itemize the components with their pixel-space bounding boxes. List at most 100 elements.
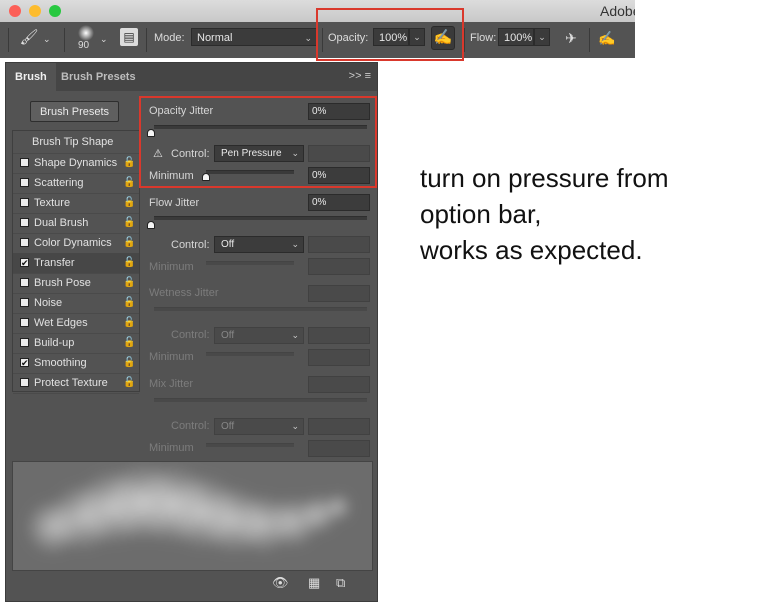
checkbox[interactable] xyxy=(20,338,29,347)
list-item-scattering[interactable]: Scattering 🔓 xyxy=(13,173,139,193)
checkbox[interactable]: ✔ xyxy=(20,258,29,268)
wetness-minimum-input xyxy=(308,349,370,366)
mix-jitter-input xyxy=(308,376,370,393)
flow-minimum-slider xyxy=(206,261,294,265)
checkbox[interactable] xyxy=(20,198,29,207)
annotation-note: turn on pressure from option bar, works … xyxy=(420,160,669,268)
checkbox[interactable] xyxy=(20,178,29,187)
chevron-down-icon[interactable]: ⌄ xyxy=(43,34,51,45)
flow-control-select[interactable]: Off ⌄ xyxy=(214,236,304,253)
minimize-window-button[interactable] xyxy=(29,5,41,17)
list-item-protect-texture[interactable]: Protect Texture 🔓 xyxy=(13,373,139,393)
list-item-label: Build-up xyxy=(34,337,75,349)
lock-icon[interactable]: 🔓 xyxy=(123,153,135,173)
list-item-wet-edges[interactable]: Wet Edges 🔓 xyxy=(13,313,139,333)
checkbox[interactable]: ✔ xyxy=(20,358,29,368)
checkbox[interactable] xyxy=(20,378,29,387)
wetness-control-label: Control: xyxy=(171,329,210,341)
lock-icon[interactable]: 🔓 xyxy=(123,373,135,393)
divider xyxy=(64,28,65,52)
lock-icon[interactable]: 🔓 xyxy=(123,213,135,233)
list-item-noise[interactable]: Noise 🔓 xyxy=(13,293,139,313)
brush-tool-icon[interactable]: 🖌 xyxy=(18,27,40,49)
close-window-button[interactable] xyxy=(9,5,21,17)
flow-jitter-input[interactable]: 0% xyxy=(308,194,370,211)
list-item-shape-dynamics[interactable]: Shape Dynamics 🔓 xyxy=(13,153,139,173)
flow-jitter-slider[interactable] xyxy=(154,216,367,220)
lock-icon[interactable]: 🔓 xyxy=(123,173,135,193)
checkbox[interactable] xyxy=(20,218,29,227)
lock-icon[interactable]: 🔓 xyxy=(123,273,135,293)
opacity-pressure-highlight xyxy=(316,8,464,61)
list-item-label: Dual Brush xyxy=(34,217,89,229)
list-item-label: Smoothing xyxy=(34,357,87,369)
divider xyxy=(13,393,139,394)
wetness-minimum-label: Minimum xyxy=(149,351,194,363)
mode-select[interactable]: Normal ⌄ xyxy=(191,28,317,46)
checkbox[interactable] xyxy=(20,298,29,307)
app-title: Adobe xyxy=(600,3,635,19)
flow-jitter-slider-thumb[interactable] xyxy=(147,221,155,229)
list-item-dual-brush[interactable]: Dual Brush 🔓 xyxy=(13,213,139,233)
tab-brush-presets[interactable]: Brush Presets xyxy=(52,63,145,91)
new-brush-icon[interactable]: ⧉ xyxy=(336,575,345,591)
lock-icon[interactable]: 🔓 xyxy=(123,253,135,273)
lock-icon[interactable]: 🔓 xyxy=(123,353,135,373)
flow-jitter-label: Flow Jitter xyxy=(149,197,200,209)
flow-input[interactable]: 100% xyxy=(498,28,534,46)
divider xyxy=(146,28,147,52)
list-item-brush-tip-shape[interactable]: Brush Tip Shape xyxy=(13,131,139,153)
list-item-label: Texture xyxy=(34,197,71,209)
list-item-label: Brush Tip Shape xyxy=(32,136,114,148)
brush-grid-icon[interactable]: ▦ xyxy=(308,575,320,591)
chevron-down-icon: ⌄ xyxy=(304,33,312,43)
list-item-label: Wet Edges xyxy=(34,317,88,329)
mix-minimum-label: Minimum xyxy=(149,442,194,454)
mode-value: Normal xyxy=(197,32,233,44)
zoom-window-button[interactable] xyxy=(49,5,61,17)
tab-brush[interactable]: Brush xyxy=(6,63,56,91)
chevron-down-icon: ⌄ xyxy=(291,330,299,340)
list-item-texture[interactable]: Texture 🔓 xyxy=(13,193,139,213)
flow-control-extra-field xyxy=(308,236,370,253)
checkbox[interactable] xyxy=(20,158,29,167)
size-pressure-icon[interactable]: ✍ xyxy=(596,27,618,49)
chevron-down-icon: ⌄ xyxy=(291,421,299,431)
panel-tab-bar: Brush Brush Presets >> ≡ xyxy=(6,63,377,91)
divider xyxy=(464,28,465,52)
list-item-transfer[interactable]: ✔ Transfer 🔓 xyxy=(13,253,139,273)
list-item-label: Scattering xyxy=(34,177,84,189)
brush-presets-button[interactable]: Brush Presets xyxy=(30,101,119,122)
brush-settings-toggle-icon[interactable]: ▤ xyxy=(120,28,138,46)
list-item-build-up[interactable]: Build-up 🔓 xyxy=(13,333,139,353)
mix-control-label: Control: xyxy=(171,420,210,432)
wetness-control-extra-field xyxy=(308,327,370,344)
mix-jitter-slider xyxy=(154,398,367,402)
list-item-color-dynamics[interactable]: Color Dynamics 🔓 xyxy=(13,233,139,253)
list-item-smoothing[interactable]: ✔ Smoothing 🔓 xyxy=(13,353,139,373)
checkbox[interactable] xyxy=(20,318,29,327)
lock-icon[interactable]: 🔓 xyxy=(123,233,135,253)
wetness-jitter-slider xyxy=(154,307,367,311)
toggle-live-tip-preview-icon[interactable]: 👁 xyxy=(272,575,289,591)
airbrush-icon[interactable]: ✈ xyxy=(560,27,582,49)
checkbox[interactable] xyxy=(20,238,29,247)
list-item-brush-pose[interactable]: Brush Pose 🔓 xyxy=(13,273,139,293)
panel-menu-icon[interactable]: >> ≡ xyxy=(349,70,371,82)
lock-icon[interactable]: 🔓 xyxy=(123,293,135,313)
flow-control-value: Off xyxy=(221,239,235,250)
lock-icon[interactable]: 🔓 xyxy=(123,313,135,333)
flow-label: Flow: xyxy=(470,32,497,44)
wetness-control-select: Off ⌄ xyxy=(214,327,304,344)
list-item-label: Brush Pose xyxy=(34,277,91,289)
chevron-down-icon[interactable]: ⌄ xyxy=(100,34,108,45)
lock-icon[interactable]: 🔓 xyxy=(123,193,135,213)
mix-control-select: Off ⌄ xyxy=(214,418,304,435)
flow-slider-dropdown[interactable]: ⌄ xyxy=(534,28,550,46)
lock-icon[interactable]: 🔓 xyxy=(123,333,135,353)
mode-label: Mode: xyxy=(154,32,185,44)
flow-minimum-label: Minimum xyxy=(149,261,194,273)
list-item-label: Protect Texture xyxy=(34,377,108,389)
flow-control-label: Control: xyxy=(171,239,210,251)
checkbox[interactable] xyxy=(20,278,29,287)
